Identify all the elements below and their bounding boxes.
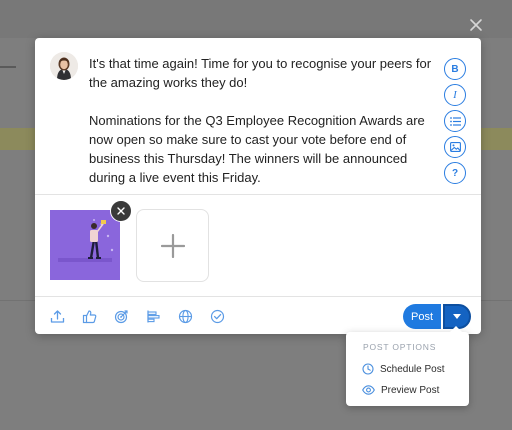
image-attachment[interactable] xyxy=(50,210,120,280)
globe-button[interactable] xyxy=(175,306,195,326)
content-divider xyxy=(35,194,481,195)
post-actions-bar xyxy=(47,306,227,326)
list-icon xyxy=(449,116,461,126)
upload-button[interactable] xyxy=(47,306,67,326)
close-icon xyxy=(470,19,482,31)
praise-button[interactable] xyxy=(79,306,99,326)
bar-chart-icon xyxy=(146,310,160,322)
italic-button[interactable]: I xyxy=(444,84,466,106)
schedule-post-item[interactable]: Schedule Post xyxy=(362,361,462,377)
task-button[interactable] xyxy=(207,306,227,326)
upload-icon xyxy=(50,309,64,323)
clock-icon xyxy=(362,363,374,375)
message-paragraph-1: It's that time again! Time for you to re… xyxy=(89,56,432,90)
help-button[interactable]: ? xyxy=(444,162,466,184)
formatting-toolbar: B I ? xyxy=(444,58,468,184)
close-modal-button[interactable] xyxy=(466,15,486,35)
post-options-menu: POST OPTIONS Schedule Post Preview Post xyxy=(346,326,469,406)
bold-button[interactable]: B xyxy=(444,58,466,80)
target-icon xyxy=(114,309,128,323)
post-button[interactable]: Post xyxy=(403,304,441,329)
close-icon xyxy=(117,207,125,215)
message-paragraph-2: Nominations for the Q3 Employee Recognit… xyxy=(89,113,425,185)
bold-icon: B xyxy=(451,63,459,75)
backdrop-text-fragment xyxy=(0,66,16,68)
attachment-thumbnail xyxy=(50,210,120,280)
avatar xyxy=(50,52,78,80)
add-attachment-button[interactable] xyxy=(136,209,209,282)
list-button[interactable] xyxy=(444,110,466,132)
thumbs-up-icon xyxy=(82,309,96,323)
goal-button[interactable] xyxy=(111,306,131,326)
plus-icon xyxy=(160,233,185,258)
preview-post-item[interactable]: Preview Post xyxy=(362,382,462,398)
poll-button[interactable] xyxy=(143,306,163,326)
schedule-post-label: Schedule Post xyxy=(380,363,445,375)
caret-down-icon xyxy=(453,314,461,319)
help-icon: ? xyxy=(451,167,459,179)
footer-divider xyxy=(35,296,481,297)
check-circle-icon xyxy=(210,309,224,323)
menu-caret xyxy=(450,326,462,332)
remove-attachment-button[interactable] xyxy=(110,200,132,222)
insert-image-button[interactable] xyxy=(444,136,466,158)
globe-icon xyxy=(178,309,192,323)
preview-post-label: Preview Post xyxy=(381,384,440,396)
eye-icon xyxy=(362,385,375,395)
italic-icon: I xyxy=(453,89,457,101)
backdrop-header xyxy=(0,0,512,38)
compose-post-modal: It's that time again! Time for you to re… xyxy=(35,38,481,334)
image-icon xyxy=(449,142,461,152)
post-options-heading: POST OPTIONS xyxy=(363,342,437,352)
post-message[interactable]: It's that time again! Time for you to re… xyxy=(89,54,445,187)
